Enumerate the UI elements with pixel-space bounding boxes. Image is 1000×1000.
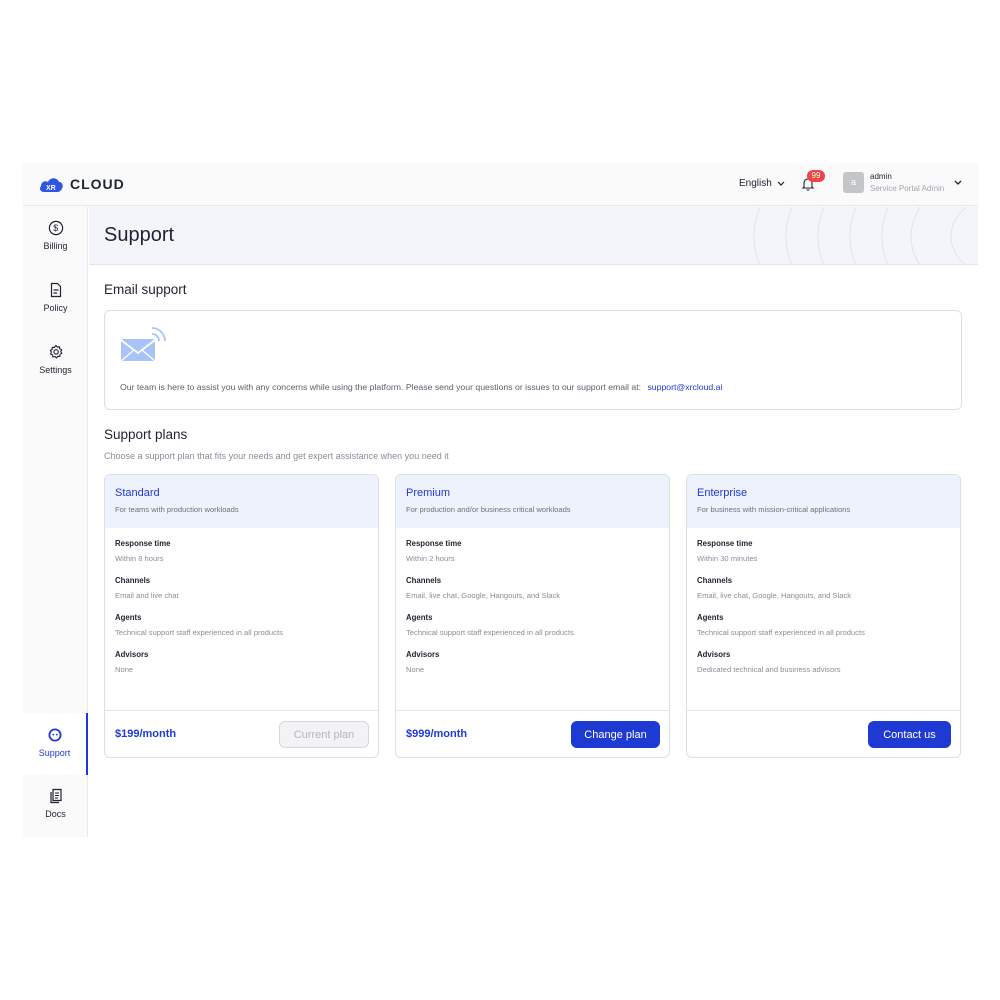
feature-value: Technical support staff experienced in a… — [697, 628, 865, 637]
feature-label: Channels — [115, 576, 151, 585]
docs-icon — [49, 788, 62, 804]
sidebar-item-label: Docs — [45, 809, 66, 819]
logo-text: CLOUD — [70, 176, 125, 192]
feature-label: Response time — [697, 539, 753, 548]
notification-badge: 99 — [807, 170, 825, 182]
email-support-description: Our team is here to assist you with any … — [120, 382, 642, 392]
sidebar-item-label: Settings — [39, 365, 72, 375]
plan-header: Enterprise For business with mission-cri… — [687, 475, 960, 528]
plan-name: Premium — [406, 487, 451, 499]
main-content: Support Email support Our team is here t… — [89, 207, 978, 837]
logo-mark: XR — [46, 185, 56, 192]
plan-features: Response time Within 8 hours Channels Em… — [115, 539, 370, 687]
document-icon — [50, 282, 61, 298]
plan-header: Standard For teams with production workl… — [105, 475, 378, 528]
logo[interactable]: XR CLOUD — [38, 174, 125, 194]
sidebar-item-docs[interactable]: Docs — [23, 775, 88, 833]
feature-label: Advisors — [406, 650, 440, 659]
feature-label: Response time — [115, 539, 171, 548]
plan-header: Premium For production and/or business c… — [396, 475, 669, 528]
sidebar-item-support[interactable]: Support — [23, 713, 88, 775]
email-support-text: Our team is here to assist you with any … — [120, 382, 722, 392]
feature-label: Channels — [697, 576, 733, 585]
support-plans-subtitle: Choose a support plan that fits your nee… — [104, 451, 449, 461]
plan-description: For business with mission-critical appli… — [697, 505, 851, 514]
plan-name: Standard — [115, 487, 160, 499]
divider — [396, 710, 669, 711]
feature-value: Technical support staff experienced in a… — [115, 628, 283, 637]
change-plan-button[interactable]: Change plan — [571, 721, 660, 748]
sidebar-item-settings[interactable]: Settings — [23, 331, 88, 389]
app-window: XR CLOUD English 99 a admin Service Port… — [23, 163, 978, 837]
feature-label: Agents — [115, 613, 142, 622]
feature-value: Within 30 minutes — [697, 554, 758, 563]
sidebar: $ Billing Policy Settings Support Docs — [23, 207, 88, 837]
svg-text:$: $ — [53, 223, 58, 233]
sidebar-item-billing[interactable]: $ Billing — [23, 207, 88, 265]
decorative-arcs — [753, 207, 967, 264]
page-title: Support — [104, 224, 175, 246]
sidebar-item-label: Policy — [43, 303, 68, 313]
divider — [687, 710, 960, 711]
language-selector[interactable]: English — [739, 178, 785, 189]
envelope-icon — [120, 327, 166, 362]
plan-card-standard: Standard For teams with production workl… — [104, 474, 379, 758]
top-bar: XR CLOUD English 99 a admin Service Port… — [23, 163, 978, 206]
plan-card-enterprise: Enterprise For business with mission-cri… — [686, 474, 961, 758]
current-plan-button: Current plan — [279, 721, 369, 748]
sidebar-item-policy[interactable]: Policy — [23, 269, 88, 327]
feature-value: None — [115, 665, 134, 674]
language-label: English — [739, 178, 772, 189]
divider — [105, 710, 378, 711]
plan-features: Response time Within 30 minutes Channels… — [697, 539, 952, 687]
feature-label: Advisors — [115, 650, 149, 659]
feature-label: Advisors — [697, 650, 731, 659]
gear-icon — [49, 344, 62, 359]
plan-card-premium: Premium For production and/or business c… — [395, 474, 670, 758]
plan-description: For production and/or business critical … — [406, 505, 571, 514]
feature-value: Email, live chat, Google, Hangouts, and … — [697, 591, 852, 600]
cloud-logo-icon: XR — [40, 178, 63, 192]
support-plans-title: Support plans — [104, 427, 188, 442]
user-info: admin Service Portal Admin — [870, 172, 944, 193]
support-face-icon — [48, 728, 61, 742]
avatar: a — [843, 172, 864, 193]
plan-name: Enterprise — [697, 487, 748, 499]
feature-value: Dedicated technical and business advisor… — [697, 665, 841, 674]
contact-us-button[interactable]: Contact us — [868, 721, 951, 748]
email-support-title: Email support — [104, 282, 187, 297]
user-role: Service Portal Admin — [870, 184, 945, 193]
plan-price: $999/month — [406, 728, 468, 740]
dollar-circle-icon: $ — [48, 220, 63, 236]
chevron-down-icon — [777, 181, 785, 186]
user-menu[interactable]: a admin Service Portal Admin — [843, 172, 962, 193]
feature-value: Email and live chat — [115, 591, 179, 600]
feature-label: Agents — [406, 613, 433, 622]
sidebar-item-label: Support — [38, 748, 71, 758]
plan-features: Response time Within 2 hours Channels Em… — [406, 539, 661, 687]
feature-label: Agents — [697, 613, 724, 622]
chevron-down-icon — [954, 180, 962, 185]
user-name: admin — [870, 172, 892, 181]
page-header: Support — [89, 207, 978, 265]
feature-value: None — [406, 665, 425, 674]
feature-label: Response time — [406, 539, 462, 548]
feature-value: Within 8 hours — [115, 554, 164, 563]
feature-value: Email, live chat, Google, Hangouts, and … — [406, 591, 561, 600]
feature-value: Within 2 hours — [406, 554, 455, 563]
email-support-card: Our team is here to assist you with any … — [104, 310, 962, 410]
feature-label: Channels — [406, 576, 442, 585]
feature-value: Technical support staff experienced in a… — [406, 628, 574, 637]
support-email-link[interactable]: support@xrcloud.ai — [647, 382, 722, 392]
sidebar-item-label: Billing — [43, 241, 68, 251]
plan-description: For teams with production workloads — [115, 505, 239, 514]
plan-price: $199/month — [115, 728, 177, 740]
